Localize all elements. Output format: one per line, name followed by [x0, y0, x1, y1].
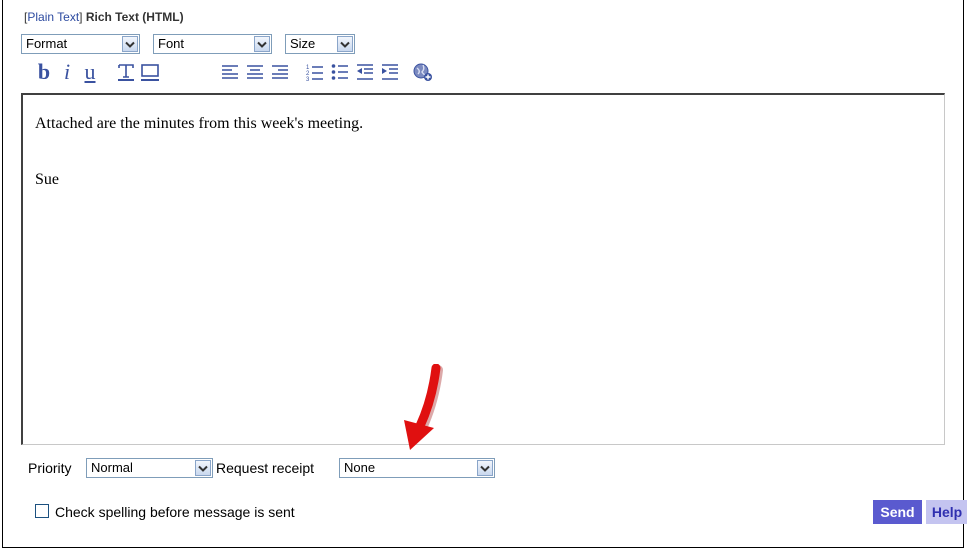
svg-text:3: 3 — [306, 77, 310, 81]
plain-text-link[interactable]: Plain Text — [27, 10, 79, 24]
format-select-value: Format — [26, 36, 68, 51]
size-select-value: Size — [290, 36, 316, 51]
chevron-down-icon — [195, 460, 211, 476]
request-receipt-select-value: None — [344, 460, 376, 475]
format-select[interactable]: Format — [21, 34, 140, 54]
align-left-button[interactable] — [220, 61, 240, 83]
chevron-down-icon — [122, 36, 138, 52]
spellcheck-label: Check spelling before message is sent — [55, 504, 295, 520]
chevron-down-icon — [337, 36, 353, 52]
bullet-list-icon — [331, 64, 348, 80]
annotation-arrow-icon — [404, 364, 443, 450]
bold-icon: b — [37, 59, 51, 84]
outdent-icon — [357, 64, 373, 80]
numbered-list-button[interactable]: 123 — [305, 61, 325, 83]
bold-button[interactable]: b — [34, 61, 54, 83]
align-right-icon — [272, 65, 288, 79]
font-select-value: Font — [158, 36, 185, 51]
chevron-down-icon — [477, 460, 493, 476]
numbered-list-icon: 123 — [306, 65, 323, 81]
mode-bracket-close: ] — [79, 10, 83, 24]
bullet-list-button[interactable] — [330, 61, 350, 83]
spellcheck-checkbox[interactable] — [35, 504, 49, 518]
italic-icon: i — [63, 59, 71, 84]
editor-mode-switch: [Plain Text] Rich Text (HTML) — [24, 10, 184, 24]
text-color-icon — [118, 64, 134, 81]
underline-icon: u — [84, 59, 96, 84]
help-button[interactable]: Help — [926, 500, 967, 524]
highlight-button[interactable] — [139, 61, 161, 83]
chevron-down-icon — [254, 36, 270, 52]
insert-link-button[interactable] — [412, 61, 434, 83]
priority-select[interactable]: Normal — [86, 458, 213, 478]
text-color-button[interactable] — [115, 61, 137, 83]
body-line-2: Sue — [35, 171, 59, 188]
message-body-editor[interactable]: Attached are the minutes from this week'… — [21, 93, 945, 445]
indent-icon — [382, 64, 398, 80]
request-receipt-label: Request receipt — [216, 460, 315, 476]
align-center-icon — [247, 65, 263, 79]
size-select[interactable]: Size — [285, 34, 355, 54]
font-select[interactable]: Font — [153, 34, 272, 54]
body-line-1: Attached are the minutes from this week'… — [35, 115, 364, 132]
align-left-icon — [222, 65, 238, 79]
insert-link-icon — [413, 63, 432, 81]
highlight-icon — [141, 64, 159, 81]
request-receipt-select[interactable]: None — [339, 458, 495, 478]
underline-button[interactable]: u — [80, 61, 100, 83]
priority-select-value: Normal — [91, 460, 133, 475]
send-button[interactable]: Send — [873, 500, 922, 524]
priority-label: Priority — [28, 460, 72, 476]
indent-button[interactable] — [380, 61, 400, 83]
outdent-button[interactable] — [355, 61, 375, 83]
rich-text-label: Rich Text (HTML) — [85, 10, 184, 24]
italic-button[interactable]: i — [58, 61, 76, 83]
align-center-button[interactable] — [245, 61, 265, 83]
align-right-button[interactable] — [270, 61, 290, 83]
